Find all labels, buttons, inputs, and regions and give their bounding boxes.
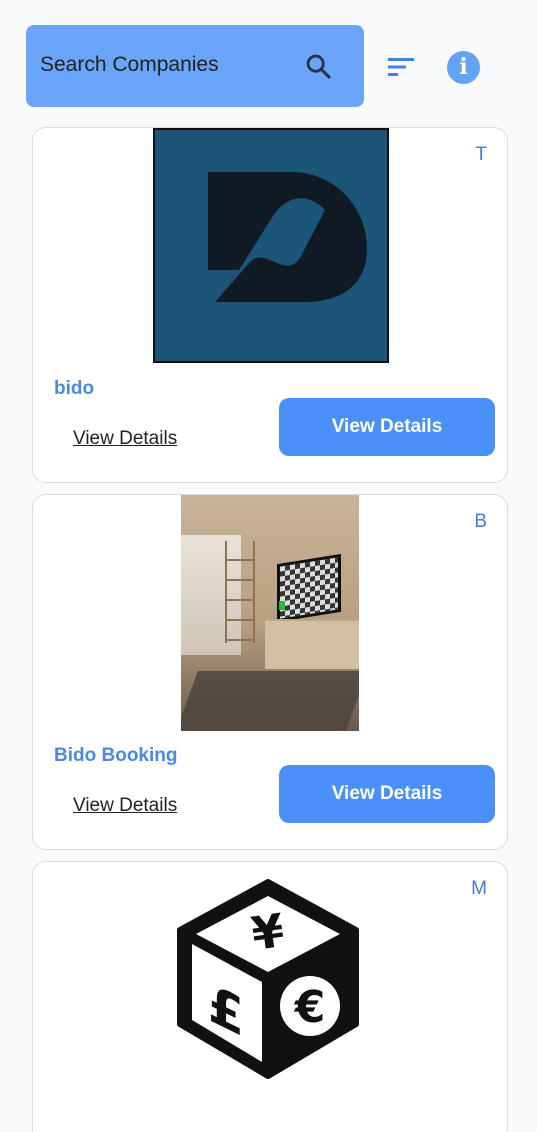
company-name: Bido Booking [54,745,178,766]
photo-shelf [225,541,255,643]
company-list-screen: Search Companies i T bido View Details V… [0,0,537,1132]
view-details-link[interactable]: View Details [73,428,177,450]
photo-tv-led [279,601,285,610]
company-card[interactable]: M ¥ £ € [32,861,508,1132]
photo-cabinet [265,619,359,669]
search-input[interactable]: Search Companies [26,25,364,107]
company-card[interactable]: B Bido Booking View Details View Details [32,494,508,850]
company-logo [153,128,389,363]
sort-filter-icon[interactable] [387,55,415,79]
currency-dice-logo: ¥ £ € [177,879,359,1079]
view-details-link[interactable]: View Details [73,795,177,817]
svg-text:€: € [294,982,326,1033]
company-photo [181,495,359,731]
d-logo-icon [208,172,367,302]
company-initial: T [475,144,487,165]
view-details-button[interactable]: View Details [279,398,495,456]
search-placeholder: Search Companies [40,53,219,76]
view-details-button[interactable]: View Details [279,765,495,823]
photo-tv [277,553,341,623]
photo-rug [181,671,359,731]
info-icon[interactable]: i [447,51,480,84]
company-initial: B [474,511,487,532]
company-name: bido [54,378,95,399]
search-icon[interactable] [304,52,332,80]
company-initial: M [471,878,487,899]
company-card[interactable]: T bido View Details View Details [32,127,508,483]
